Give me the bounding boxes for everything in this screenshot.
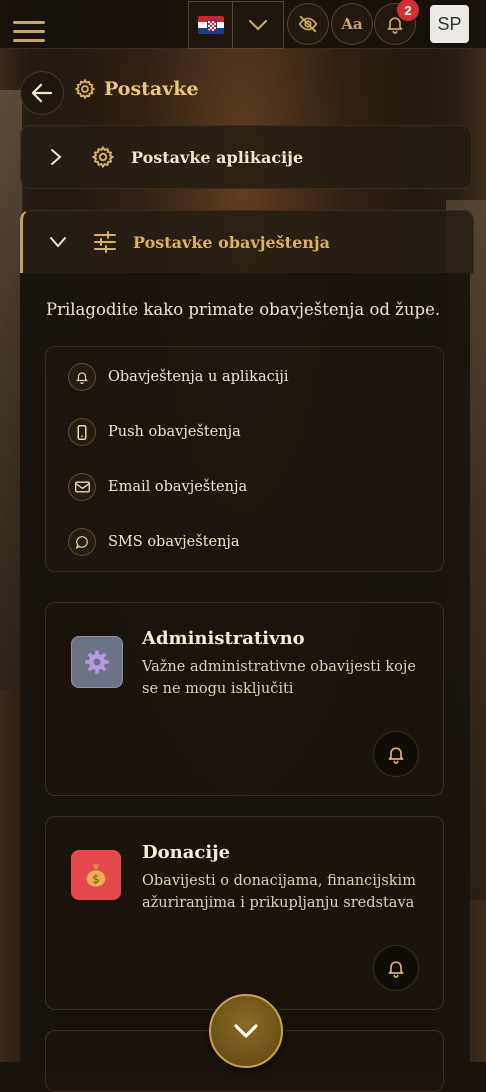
category-card-administrative: Administrativno Važne administrativne ob… [45,602,444,796]
channel-label: Email obavještenja [108,479,248,495]
gear-icon [74,78,96,100]
channel-in-app[interactable]: Obavještenja u aplikaciji [68,362,289,392]
chevron-right-icon [51,149,62,165]
channel-label: SMS obavještenja [108,534,240,550]
language-dropdown-button[interactable] [232,1,284,49]
mail-icon [68,473,96,501]
back-button[interactable] [20,71,64,115]
visibility-toggle-button[interactable] [287,3,329,45]
category-bell-toggle[interactable] [373,945,419,991]
channel-email[interactable]: Email obavještenja [68,472,247,502]
category-description: Važne administrativne obavijesti koje se… [142,659,416,697]
category-title: Donacije [142,842,231,863]
language-flag-button[interactable] [188,1,233,49]
page-title: Postavke [74,78,199,100]
svg-text:$: $ [92,872,99,886]
arrow-left-icon [31,83,53,103]
gear-icon [91,145,115,169]
category-title: Administrativno [142,628,305,649]
notification-intro-text: Prilagodite kako primate obavještenja od… [46,300,441,319]
menu-icon[interactable] [13,21,45,43]
phone-icon [68,418,96,446]
chevron-down-icon [248,19,268,31]
gear-icon [71,636,123,688]
money-bag-icon: $ [71,850,121,900]
channel-push[interactable]: Push obavještenja [68,417,241,447]
channel-sms[interactable]: SMS obavještenja [68,527,240,557]
eye-off-icon [298,15,318,33]
bell-icon [388,747,404,764]
channel-label: Obavještenja u aplikaciji [108,369,289,385]
sliders-icon [94,231,116,253]
bell-icon [68,363,96,391]
accordion-notification-settings[interactable]: Postavke obavještenja [20,210,474,274]
category-bell-toggle[interactable] [373,731,419,777]
category-card-donations: $ Donacije Obavijesti o donacijama, fina… [45,816,444,1010]
accordion-label: Postavke aplikacije [131,147,304,167]
notification-count-badge: 2 [397,0,419,21]
font-size-button[interactable]: Aa [331,3,373,45]
notifications-button[interactable]: 2 [374,0,419,45]
bell-icon [388,961,404,978]
scroll-down-button[interactable] [209,994,283,1068]
avatar[interactable]: SP [430,5,469,43]
category-description: Obavijesti o donacijama, financijskim až… [142,873,416,911]
croatia-flag-icon [197,16,224,34]
page-title-text: Postavke [104,78,199,100]
notification-channels-list: Obavještenja u aplikaciji Push obavješte… [45,346,444,572]
channel-label: Push obavještenja [108,424,241,440]
chevron-down-icon [50,237,66,248]
accordion-label: Postavke obavještenja [133,232,331,252]
chat-icon [68,528,96,556]
top-bar: Aa 2 SP [0,0,486,49]
accordion-app-settings[interactable]: Postavke aplikacije [20,125,472,189]
chevron-down-icon [234,1024,258,1038]
